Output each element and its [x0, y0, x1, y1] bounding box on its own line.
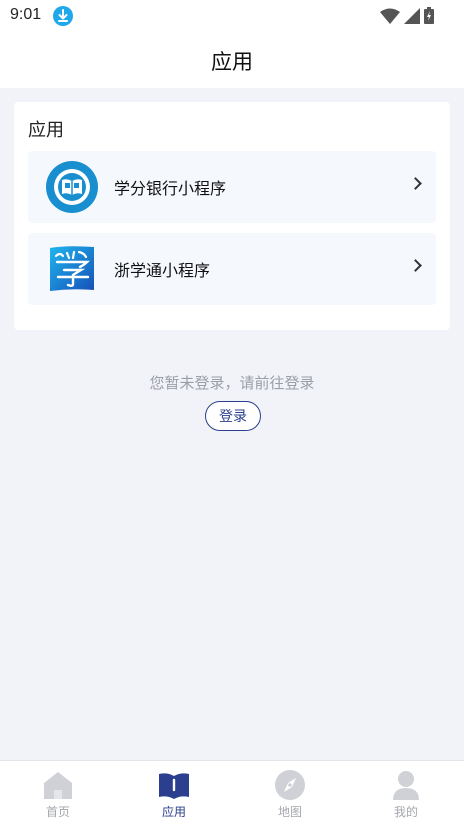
tab-home[interactable]: 首页	[0, 761, 116, 825]
chevron-right-icon	[409, 259, 422, 272]
page-title: 应用	[211, 50, 253, 74]
book-icon	[158, 769, 190, 801]
app-item-label: 学分银行小程序	[114, 179, 227, 198]
xue-logo-icon	[46, 243, 98, 295]
status-time: 9:01	[10, 6, 42, 23]
bottom-tab-bar: 首页 应用 地图 我的	[0, 760, 464, 825]
app-item-label: 浙学通小程序	[114, 261, 211, 280]
tab-map[interactable]: 地图	[232, 761, 348, 825]
status-bar: 9:01	[0, 0, 464, 32]
app-item-credit-bank[interactable]: 学分银行小程序	[28, 151, 436, 223]
tab-mine[interactable]: 我的	[348, 761, 464, 825]
chevron-right-icon	[409, 177, 422, 190]
app-header: 应用	[0, 32, 464, 88]
signal-icon	[404, 7, 420, 24]
battery-icon	[424, 7, 434, 24]
download-icon	[53, 6, 73, 26]
wifi-icon	[380, 8, 400, 24]
compass-icon	[274, 769, 306, 801]
app-item-zhexuetong[interactable]: 浙学通小程序	[28, 233, 436, 305]
tab-label: 地图	[277, 805, 302, 819]
tab-label: 首页	[45, 805, 70, 819]
status-indicators	[380, 7, 434, 24]
login-hint: 您暂未登录，请前往登录	[149, 374, 315, 392]
apps-card: 应用 学分银行小程序 浙学通小程序	[14, 102, 450, 330]
card-title: 应用	[28, 120, 64, 141]
home-icon	[42, 769, 74, 801]
book-badge-icon	[46, 161, 98, 213]
tab-label: 我的	[393, 805, 418, 819]
user-icon	[390, 769, 422, 801]
tab-label: 应用	[161, 805, 186, 819]
tab-apps[interactable]: 应用	[116, 761, 232, 825]
login-button[interactable]: 登录	[205, 401, 261, 431]
